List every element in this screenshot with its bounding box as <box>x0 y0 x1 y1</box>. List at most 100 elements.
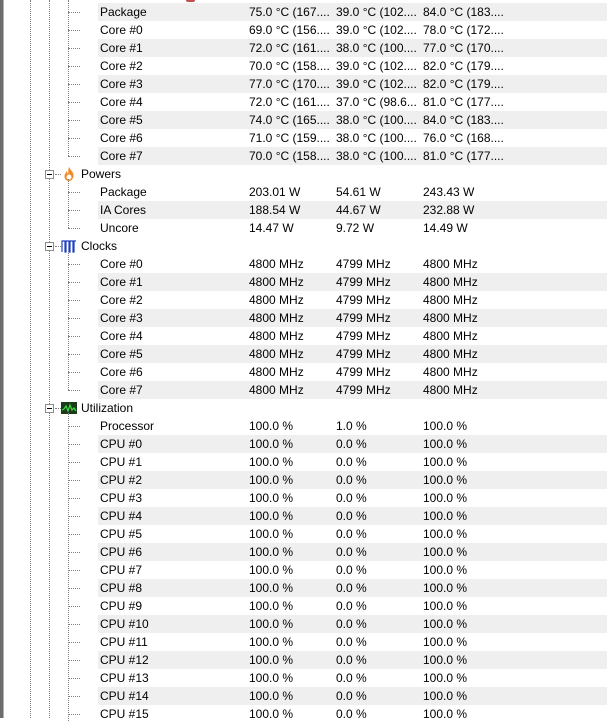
sensor-row[interactable]: Core #0 69.0 °C (156.... 39.0 °C (102.... 7… <box>0 21 607 39</box>
sensor-name: Processor <box>100 419 155 433</box>
tree-connector <box>68 462 80 463</box>
value-max: 4800 MHz <box>423 311 478 325</box>
sensor-row[interactable]: CPU #7 100.0 % 0.0 % 100.0 % <box>0 561 607 579</box>
value-max: 100.0 % <box>423 455 468 469</box>
sensor-row[interactable]: Core #7 4800 MHz 4799 MHz 4800 MHz <box>0 381 607 399</box>
value-max: 100.0 % <box>423 653 468 667</box>
sensor-name: CPU #4 <box>100 509 143 523</box>
sensor-name: Core #6 <box>100 131 143 145</box>
value-min: 37.0 °C (98.6... <box>336 95 417 109</box>
value-current: 4800 MHz <box>249 329 304 343</box>
sensor-name: CPU #5 <box>100 527 143 541</box>
value-current: 4800 MHz <box>249 383 304 397</box>
value-min: 0.0 % <box>336 599 367 613</box>
sensor-name: CPU #12 <box>100 653 149 667</box>
sensor-row[interactable]: Package 75.0 °C (167.... 39.0 °C (102.... 8… <box>0 3 607 21</box>
sensor-name: CPU #3 <box>100 491 143 505</box>
sensor-row[interactable]: Core #0 4800 MHz 4799 MHz 4800 MHz <box>0 255 607 273</box>
tree-connector <box>68 588 80 589</box>
sensor-row[interactable]: CPU #9 100.0 % 0.0 % 100.0 % <box>0 597 607 615</box>
sensor-row[interactable]: Core #6 4800 MHz 4799 MHz 4800 MHz <box>0 363 607 381</box>
sensor-row[interactable]: Core #2 4800 MHz 4799 MHz 4800 MHz <box>0 291 607 309</box>
sensor-name: Core #1 <box>100 41 143 55</box>
sensor-row[interactable]: Core #5 4800 MHz 4799 MHz 4800 MHz <box>0 345 607 363</box>
value-current: 100.0 % <box>249 491 294 505</box>
sensor-row[interactable]: Core #2 70.0 °C (158.... 39.0 °C (102.... 8… <box>0 57 607 75</box>
sensor-row[interactable]: Core #7 70.0 °C (158.... 38.0 °C (100.... 8… <box>0 147 607 165</box>
value-current: 72.0 °C (161.... <box>249 95 330 109</box>
sensor-row[interactable]: CPU #11 100.0 % 0.0 % 100.0 % <box>0 633 607 651</box>
tree-connector <box>68 120 80 121</box>
sensor-row[interactable]: CPU #4 100.0 % 0.0 % 100.0 % <box>0 507 607 525</box>
sensor-row[interactable]: CPU #12 100.0 % 0.0 % 100.0 % <box>0 651 607 669</box>
sensor-row[interactable]: CPU #1 100.0 % 0.0 % 100.0 % <box>0 453 607 471</box>
sensor-row[interactable]: Core #1 4800 MHz 4799 MHz 4800 MHz <box>0 273 607 291</box>
expand-collapse-toggle[interactable] <box>45 404 54 413</box>
sensor-name: CPU #10 <box>100 617 149 631</box>
sensor-row[interactable]: Uncore 14.47 W 9.72 W 14.49 W <box>0 219 607 237</box>
sensor-row[interactable]: Core #3 4800 MHz 4799 MHz 4800 MHz <box>0 309 607 327</box>
value-current: 4800 MHz <box>249 347 304 361</box>
value-current: 188.54 W <box>249 203 301 217</box>
group-label: Clocks <box>81 239 118 253</box>
sensor-row[interactable]: CPU #2 100.0 % 0.0 % 100.0 % <box>0 471 607 489</box>
sensor-row[interactable]: CPU #15 100.0 % 0.0 % 100.0 % <box>0 705 607 723</box>
sensor-row[interactable]: CPU #8 100.0 % 0.0 % 100.0 % <box>0 579 607 597</box>
tree-connector <box>68 30 80 31</box>
value-current: 70.0 °C (158.... <box>249 149 330 163</box>
sensor-row[interactable]: CPU #14 100.0 % 0.0 % 100.0 % <box>0 687 607 705</box>
value-min: 4799 MHz <box>336 311 391 325</box>
value-min: 4799 MHz <box>336 383 391 397</box>
value-min: 39.0 °C (102.... <box>336 23 417 37</box>
value-current: 71.0 °C (159.... <box>249 131 330 145</box>
sensor-name: Core #0 <box>100 23 143 37</box>
sensor-row[interactable]: CPU #10 100.0 % 0.0 % 100.0 % <box>0 615 607 633</box>
value-current: 203.01 W <box>249 185 301 199</box>
sensor-row[interactable]: Core #4 72.0 °C (161.... 37.0 °C (98.6... 8… <box>0 93 607 111</box>
tree-connector <box>68 282 80 283</box>
tree-connector <box>68 300 80 301</box>
value-current: 100.0 % <box>249 419 294 433</box>
group-header-utilization[interactable]: Utilization <box>0 399 607 417</box>
expand-collapse-toggle[interactable] <box>45 242 54 251</box>
sensor-tree[interactable]: Package 75.0 °C (167.... 39.0 °C (102.... 8… <box>0 0 607 723</box>
sensor-row[interactable]: Core #6 71.0 °C (159.... 38.0 °C (100.... 7… <box>0 129 607 147</box>
sensor-row[interactable]: CPU #0 100.0 % 0.0 % 100.0 % <box>0 435 607 453</box>
tree-guide-children <box>68 251 69 390</box>
value-max: 100.0 % <box>423 581 468 595</box>
group-header-clocks[interactable]: Clocks <box>0 237 607 255</box>
flame-icon <box>61 166 77 182</box>
sensor-row[interactable]: CPU #6 100.0 % 0.0 % 100.0 % <box>0 543 607 561</box>
sensor-name: CPU #9 <box>100 599 143 613</box>
value-min: 0.0 % <box>336 653 367 667</box>
sensor-row[interactable]: IA Cores 188.54 W 44.67 W 232.88 W <box>0 201 607 219</box>
tree-connector <box>68 570 80 571</box>
sensor-name: CPU #13 <box>100 671 149 685</box>
sensor-name: Package <box>100 185 147 199</box>
tree-guide-children <box>68 179 69 228</box>
sensor-row[interactable]: Core #5 74.0 °C (165.... 38.0 °C (100.... 8… <box>0 111 607 129</box>
value-max: 100.0 % <box>423 527 468 541</box>
value-max: 100.0 % <box>423 617 468 631</box>
sensor-row[interactable]: CPU #5 100.0 % 0.0 % 100.0 % <box>0 525 607 543</box>
sensor-row[interactable]: Processor 100.0 % 1.0 % 100.0 % <box>0 417 607 435</box>
sensor-row[interactable]: CPU #3 100.0 % 0.0 % 100.0 % <box>0 489 607 507</box>
tree-connector <box>68 444 80 445</box>
group-header-powers[interactable]: Powers <box>0 165 607 183</box>
value-max: 82.0 °C (179.... <box>423 77 504 91</box>
sensor-name: IA Cores <box>100 203 147 217</box>
sensor-row[interactable]: Package 203.01 W 54.61 W 243.43 W <box>0 183 607 201</box>
sensor-name: CPU #2 <box>100 473 143 487</box>
sensor-row[interactable]: CPU #13 100.0 % 0.0 % 100.0 % <box>0 669 607 687</box>
expand-collapse-toggle[interactable] <box>45 170 54 179</box>
sensor-row[interactable]: Core #4 4800 MHz 4799 MHz 4800 MHz <box>0 327 607 345</box>
sensor-row[interactable]: Core #1 72.0 °C (161.... 38.0 °C (100.... 7… <box>0 39 607 57</box>
tree-connector <box>68 480 80 481</box>
sensor-row[interactable]: Core #3 77.0 °C (170.... 39.0 °C (102.... 8… <box>0 75 607 93</box>
tree-connector <box>68 84 80 85</box>
value-max: 77.0 °C (170.... <box>423 41 504 55</box>
value-min: 4799 MHz <box>336 293 391 307</box>
value-current: 100.0 % <box>249 671 294 685</box>
value-max: 81.0 °C (177.... <box>423 95 504 109</box>
value-current: 100.0 % <box>249 437 294 451</box>
